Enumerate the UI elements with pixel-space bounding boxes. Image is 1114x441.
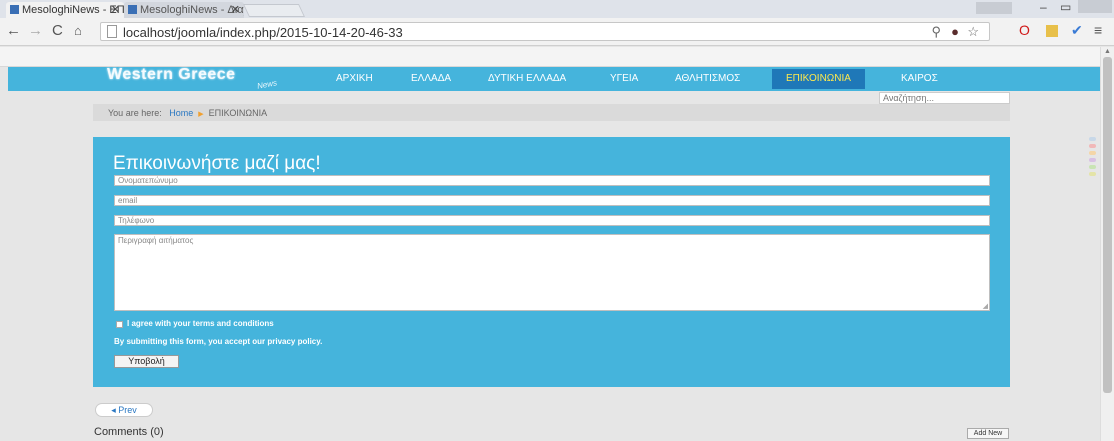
menu-item-athlitismos[interactable]: ΑΘΛΗΤΙΣΜΟΣ (675, 69, 740, 89)
close-window-button[interactable] (1078, 0, 1112, 13)
breadcrumb-separator-icon: ▶ (198, 111, 204, 118)
address-url: localhost/joomla/index.php/2015-10-14-20… (123, 25, 403, 40)
browser-tab-active[interactable]: MesologhiNews - ΕΠΙΚΟΙΝ ✕ (6, 2, 124, 18)
minimize-icon[interactable]: – (1040, 0, 1047, 14)
menu-item-ellada[interactable]: ΕΛΛΑΔΑ (411, 69, 451, 89)
email-field[interactable]: email (114, 195, 990, 206)
prev-arrow-icon: ◂ (111, 405, 116, 415)
browser-tab-strip: MesologhiNews - ΕΠΙΚΟΙΝ ✕ MesologhiNews … (0, 0, 1114, 18)
site-favicon-icon (128, 5, 137, 14)
breadcrumb-current: ΕΠΙΚΟΙΝΩΝΙΑ (208, 108, 268, 118)
new-tab-button[interactable] (242, 4, 306, 17)
breadcrumb-prefix: You are here: (108, 108, 162, 118)
color-swatch[interactable] (1089, 137, 1096, 141)
menu-item-epikoinonia[interactable]: ΕΠΙΚΟΙΝΩΝΙΑ (772, 69, 865, 89)
privacy-text: By submitting this form, you accept our … (114, 337, 323, 346)
scroll-thumb[interactable] (1103, 57, 1112, 393)
color-swatch[interactable] (1089, 165, 1096, 169)
submit-button[interactable]: Υποβολή (114, 355, 179, 368)
back-arrow-icon[interactable]: ← (6, 22, 21, 39)
zoom-icon[interactable]: ⚲ (931, 24, 941, 40)
style-switcher[interactable] (1089, 137, 1097, 179)
scroll-up-icon[interactable]: ▲ (1104, 48, 1111, 55)
menu-item-arxiki[interactable]: ΑΡΧΙΚΗ (336, 69, 373, 89)
terms-checkbox[interactable] (116, 321, 123, 328)
home-icon[interactable]: ⌂ (74, 23, 82, 38)
menu-icon[interactable]: ≡ (1094, 22, 1102, 38)
menu-item-ygeia[interactable]: ΥΓΕΙΑ (610, 69, 638, 89)
tab-close-icon[interactable]: ✕ (111, 3, 120, 16)
forward-arrow-icon[interactable]: → (28, 22, 43, 39)
phone-field[interactable]: Τηλέφωνο (114, 215, 990, 226)
menu-item-kairos[interactable]: ΚΑΙΡΟΣ (901, 69, 938, 89)
user-profile-button[interactable] (976, 2, 1012, 14)
site-search-input[interactable]: Αναζήτηση... (879, 92, 1010, 104)
color-swatch[interactable] (1089, 172, 1096, 176)
tab-title: MesologhiNews - ΕΠΙΚΟΙΝ (22, 4, 124, 16)
color-swatch[interactable] (1089, 151, 1096, 155)
prev-button[interactable]: ◂ Prev (95, 403, 153, 417)
extension-icon[interactable] (1046, 25, 1058, 37)
info-bar (0, 47, 1100, 67)
extension-icon[interactable]: ● (951, 24, 959, 39)
resize-grip-icon[interactable]: ◢ (983, 302, 988, 310)
terms-label: I agree with your terms and conditions (127, 319, 274, 328)
opera-extension-icon[interactable]: O (1019, 22, 1030, 38)
maximize-icon[interactable]: ▭ (1060, 0, 1071, 14)
color-swatch[interactable] (1089, 144, 1096, 148)
name-field[interactable]: Ονοματεπώνυμο (114, 175, 990, 186)
breadcrumb: You are here: Home ▶ ΕΠΙΚΟΙΝΩΝΙΑ (93, 104, 1010, 121)
site-logo[interactable]: Western Greece (107, 66, 236, 84)
breadcrumb-home-link[interactable]: Home (169, 108, 193, 118)
reload-icon[interactable]: C (52, 22, 63, 39)
message-placeholder: Περιγραφή αιτήματος (118, 236, 194, 245)
form-title: Επικοινωνήστε μαζί μας! (113, 153, 321, 174)
color-swatch[interactable] (1089, 158, 1096, 162)
message-textarea[interactable]: Περιγραφή αιτήματος ◢ (114, 234, 990, 311)
pocket-icon[interactable]: ✔ (1071, 22, 1083, 39)
tab-close-icon[interactable]: ✕ (231, 3, 240, 16)
menu-item-dytiki-ellada[interactable]: ΔΥΤΙΚΗ ΕΛΛΑΔΑ (488, 69, 566, 89)
comments-heading: Comments (0) (94, 426, 164, 438)
prev-label: Prev (118, 405, 137, 415)
tab-title: MesologhiNews - Διαχει (140, 4, 244, 16)
browser-toolbar: ← → C ⌂ localhost/joomla/index.php/2015-… (0, 18, 1114, 46)
address-bar[interactable]: localhost/joomla/index.php/2015-10-14-20… (100, 22, 990, 41)
page-icon (107, 25, 117, 38)
site-favicon-icon (10, 5, 19, 14)
page-scrollbar[interactable]: ▲ (1100, 47, 1114, 441)
add-new-comment-button[interactable]: Add New (967, 428, 1009, 439)
bookmark-star-icon[interactable]: ☆ (967, 24, 979, 40)
browser-tab-inactive[interactable]: MesologhiNews - Διαχει ✕ (124, 2, 244, 18)
